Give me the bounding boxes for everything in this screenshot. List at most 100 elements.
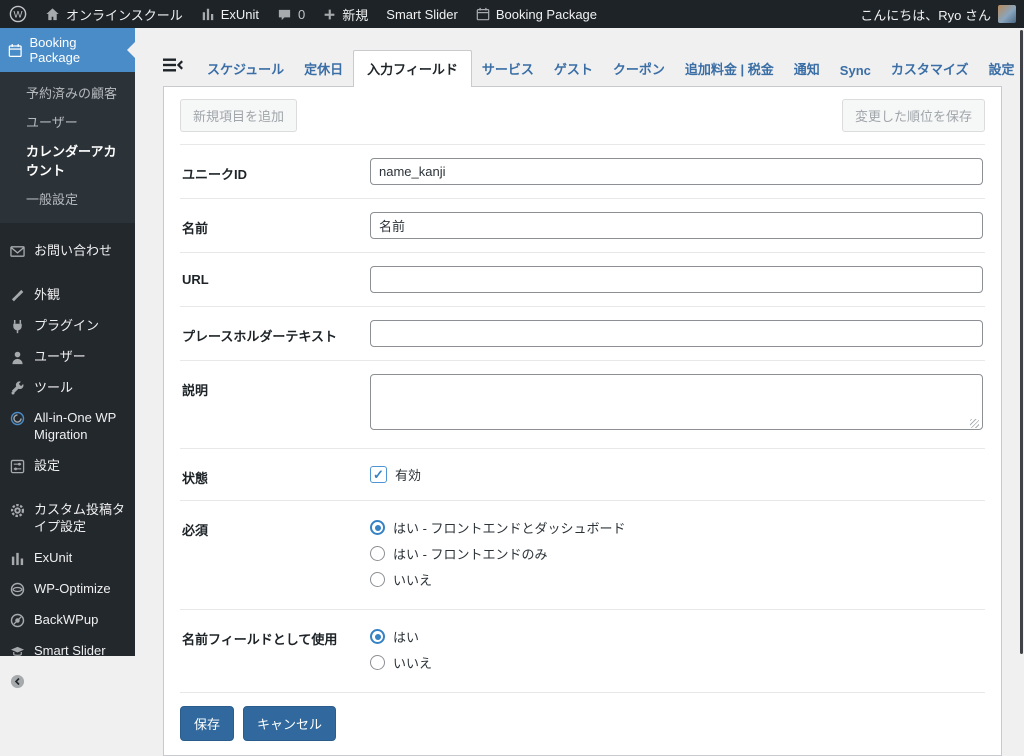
booking-package-submenu: 予約済みの顧客 ユーザー カレンダーアカウント 一般設定 [0,72,135,223]
booking-package-label: Booking Package [29,35,127,65]
tab-extra-fees-tax[interactable]: 追加料金 | 税金 [675,51,784,86]
use-as-name-radio-yes[interactable] [370,629,385,644]
name-input[interactable] [370,212,983,239]
scrollbar[interactable] [1020,30,1023,654]
new-content-menu[interactable]: 新規 [314,0,377,28]
placeholder-label: プレースホルダーテキスト [182,320,370,347]
calendar-icon [476,7,490,21]
sidebar-item-contact[interactable]: お問い合わせ [0,236,135,267]
required-option-radio-frontend-dashboard[interactable] [370,520,385,535]
exunit-menu[interactable]: ExUnit [192,0,268,28]
tab-coupons[interactable]: クーポン [603,51,675,86]
sidebar-item-wp-optimize[interactable]: WP-Optimize [0,574,135,605]
wp-optimize-icon [9,581,25,597]
save-changed-order-button[interactable]: 変更した順位を保存 [842,99,985,132]
site-name-label: オンラインスクール [66,5,183,24]
url-input[interactable] [370,266,983,293]
sidebar-item-booking-package[interactable]: Booking Package [0,28,135,72]
description-textarea[interactable] [370,374,983,430]
comment-bubble-icon [277,7,292,22]
sidebar-item-label: WP-Optimize [34,581,126,598]
cancel-button[interactable]: キャンセル [243,706,336,741]
required-row: 必須 はい - フロントエンドとダッシュボード はい - フロントエンドのみ い… [180,501,985,610]
user-avatar[interactable] [998,5,1016,23]
field-editor-form: ユニークID 名前 URL プレースホルダーテキスト [180,144,985,693]
tab-sync[interactable]: Sync [830,55,881,86]
plus-icon [323,8,336,21]
use-as-name-option-label: はい [393,627,419,646]
use-as-name-radio-no[interactable] [370,655,385,670]
menu-toggle-icon[interactable] [163,57,183,78]
sidebar-item-label: プラグイン [34,318,126,335]
sidebar-item-label: 外観 [34,287,126,304]
tab-bar: スケジュール 定休日 入力フィールド サービス ゲスト クーポン 追加料金 | … [163,50,1002,86]
tab-input-fields[interactable]: 入力フィールド [353,50,472,87]
migration-swirl-icon [9,410,25,426]
tab-notifications[interactable]: 通知 [784,51,830,86]
sidebar-item-custom-post-type-settings[interactable]: カスタム投稿タイプ設定 [0,495,135,543]
submenu-item-general-settings[interactable]: 一般設定 [0,184,135,213]
add-new-item-button[interactable]: 新規項目を追加 [180,99,297,132]
status-label: 状態 [182,462,370,487]
tab-schedule[interactable]: スケジュール [197,51,294,86]
exunit-icon [201,7,215,21]
sidebar-item-backwpup[interactable]: BackWPup [0,605,135,636]
sidebar-item-tools[interactable]: ツール [0,373,135,404]
description-label: 説明 [182,374,370,435]
backwpup-icon [9,612,25,628]
placeholder-row: プレースホルダーテキスト [180,307,985,361]
form-actions: 保存 キャンセル [180,706,985,741]
sidebar-item-users[interactable]: ユーザー [0,342,135,373]
name-row: 名前 [180,199,985,253]
sidebar-item-all-in-one-wp-migration[interactable]: All-in-One WP Migration [0,403,135,451]
admin-sidebar: Booking Package 予約済みの顧客 ユーザー カレンダーアカウント … [0,28,135,656]
tab-settings[interactable]: 設定 [979,51,1024,86]
exunit-icon [9,550,25,566]
booking-package-label: Booking Package [496,7,597,22]
envelope-icon [9,243,25,259]
placeholder-input[interactable] [370,320,983,347]
home-icon [45,7,60,22]
url-label: URL [182,266,370,293]
comment-count: 0 [298,7,305,22]
sidebar-item-label: ユーザー [34,349,126,366]
brush-icon [9,287,25,303]
tab-customize[interactable]: カスタマイズ [881,51,979,86]
plug-icon [9,318,25,334]
status-enabled-checkbox[interactable] [370,466,387,483]
sidebar-item-label: 設定 [34,458,126,475]
user-icon [9,349,25,365]
exunit-label: ExUnit [221,7,259,22]
wp-logo-menu[interactable]: W [0,0,36,28]
tab-holidays[interactable]: 定休日 [294,51,353,86]
resize-handle-icon[interactable] [970,419,979,428]
booking-package-menu[interactable]: Booking Package [467,0,606,28]
sidebar-item-settings[interactable]: 設定 [0,451,135,482]
sidebar-item-label: カスタム投稿タイプ設定 [34,502,126,536]
sidebar-item-appearance[interactable]: 外観 [0,280,135,311]
sidebar-item-label: BackWPup [34,612,126,629]
required-option-radio-no[interactable] [370,572,385,587]
wordpress-icon: W [9,5,27,23]
sidebar-item-plugins[interactable]: プラグイン [0,311,135,342]
howdy-greeting[interactable]: こんにちは、Ryo さん [860,5,991,24]
required-option-radio-frontend-only[interactable] [370,546,385,561]
new-label: 新規 [342,5,368,24]
submenu-item-users[interactable]: ユーザー [0,107,135,136]
sidebar-item-label: お問い合わせ [34,243,126,260]
status-row: 状態 有効 [180,449,985,501]
tab-services[interactable]: サービス [472,51,544,86]
sidebar-item-label: All-in-One WP Migration [34,410,126,444]
comments-menu[interactable]: 0 [268,0,314,28]
save-button[interactable]: 保存 [180,706,234,741]
site-name-link[interactable]: オンラインスクール [36,0,192,28]
submenu-item-reserved-customers[interactable]: 予約済みの顧客 [0,78,135,107]
unique-id-row: ユニークID [180,145,985,199]
submenu-item-calendar-accounts[interactable]: カレンダーアカウント [0,136,135,184]
description-row: 説明 [180,361,985,449]
tab-guests[interactable]: ゲスト [544,51,603,86]
sidebar-item-exunit[interactable]: ExUnit [0,543,135,574]
unique-id-input[interactable] [370,158,983,185]
smart-slider-menu[interactable]: Smart Slider [377,0,467,28]
use-as-name-label: 名前フィールドとして使用 [182,623,370,679]
